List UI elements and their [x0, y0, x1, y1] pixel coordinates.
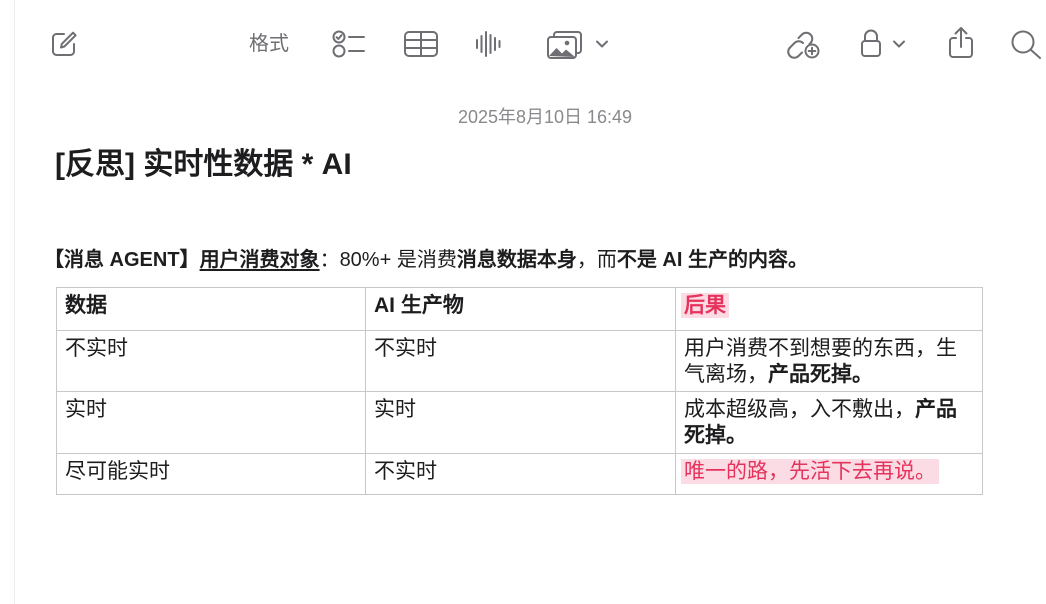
- collaborate-button[interactable]: [785, 28, 821, 60]
- header-cell-ai-output[interactable]: AI 生产物: [365, 287, 676, 331]
- cell-ai-output[interactable]: 实时: [365, 391, 676, 454]
- intro-stat: 80%+ 是消费: [339, 249, 457, 271]
- sidebar-divider: [14, 0, 15, 604]
- photo-media-icon: [547, 31, 582, 59]
- cell-consequence[interactable]: 唯一的路，先活下去再说。: [675, 453, 983, 495]
- lock-button[interactable]: [859, 28, 883, 58]
- media-button[interactable]: [546, 30, 584, 60]
- header-cell-data[interactable]: 数据: [56, 287, 366, 331]
- media-menu-button[interactable]: [595, 39, 609, 49]
- search-button[interactable]: [1010, 29, 1046, 59]
- share-button[interactable]: [946, 25, 976, 59]
- share-icon: [949, 27, 973, 58]
- search-icon: [1011, 30, 1041, 59]
- cell-data[interactable]: 实时: [56, 391, 366, 454]
- compose-button[interactable]: [49, 29, 79, 59]
- cell-data[interactable]: 不实时: [56, 330, 366, 392]
- note-intro-paragraph[interactable]: 【消息 AGENT】用户消费对象：80%+ 是消费消息数据本身，而不是 AI 生…: [44, 246, 808, 274]
- consequence-highlight: 唯一的路，先活下去再说。: [681, 459, 939, 484]
- consequence-bold: 产品死掉。: [768, 363, 873, 386]
- table-row: 不实时 不实时 用户消费不到想要的东西，生气离场，产品死掉。: [56, 330, 983, 392]
- audio-record-button[interactable]: [474, 29, 504, 59]
- table-icon: [404, 31, 438, 57]
- chevron-down-icon: [596, 40, 608, 48]
- note-date: 2025年8月10日 16:49: [457, 107, 633, 127]
- chevron-down-icon: [893, 40, 905, 48]
- note-table[interactable]: 数据 AI 生产物 后果 不实时 不实时 用户消费不到想要的东西，生气离场，产品…: [56, 287, 983, 495]
- compose-icon: [52, 31, 77, 56]
- intro-comma: ，而: [576, 249, 617, 271]
- table-header-row: 数据 AI 生产物 后果: [56, 287, 983, 331]
- intro-contrast: 不是 AI 生产的内容。: [616, 249, 808, 271]
- header-consequence-text: 后果: [681, 293, 729, 318]
- cell-consequence[interactable]: 成本超级高，入不敷出，产品死掉。: [675, 391, 983, 454]
- toolbar: 格式: [0, 0, 1046, 80]
- cell-ai-output[interactable]: 不实时: [365, 330, 676, 392]
- table-row: 尽可能实时 不实时 唯一的路，先活下去再说。: [56, 453, 983, 495]
- consequence-plain: 成本超级高，入不敷出，: [684, 398, 915, 421]
- intro-tag: 【消息 AGENT】: [44, 249, 200, 271]
- table-row: 实时 实时 成本超级高，入不敷出，产品死掉。: [56, 391, 983, 454]
- cell-ai-output[interactable]: 不实时: [365, 453, 676, 495]
- cell-data[interactable]: 尽可能实时: [56, 453, 366, 495]
- intro-focus: 消息数据本身: [456, 249, 577, 271]
- lock-menu-button[interactable]: [892, 39, 906, 49]
- checklist-icon: [332, 30, 365, 58]
- intro-subject: 用户消费对象: [199, 249, 320, 271]
- audio-waveform-icon: [476, 31, 501, 57]
- format-button[interactable]: 格式: [247, 30, 291, 58]
- cell-consequence[interactable]: 用户消费不到想要的东西，生气离场，产品死掉。: [675, 330, 983, 392]
- intro-colon: ：: [319, 249, 340, 271]
- collaborate-link-icon: [787, 31, 820, 59]
- table-button[interactable]: [403, 30, 439, 58]
- checklist-button[interactable]: [331, 29, 367, 59]
- header-cell-consequence[interactable]: 后果: [675, 287, 983, 331]
- lock-icon: [861, 29, 881, 57]
- note-title[interactable]: [反思] 实时性数据 * AI: [55, 145, 352, 185]
